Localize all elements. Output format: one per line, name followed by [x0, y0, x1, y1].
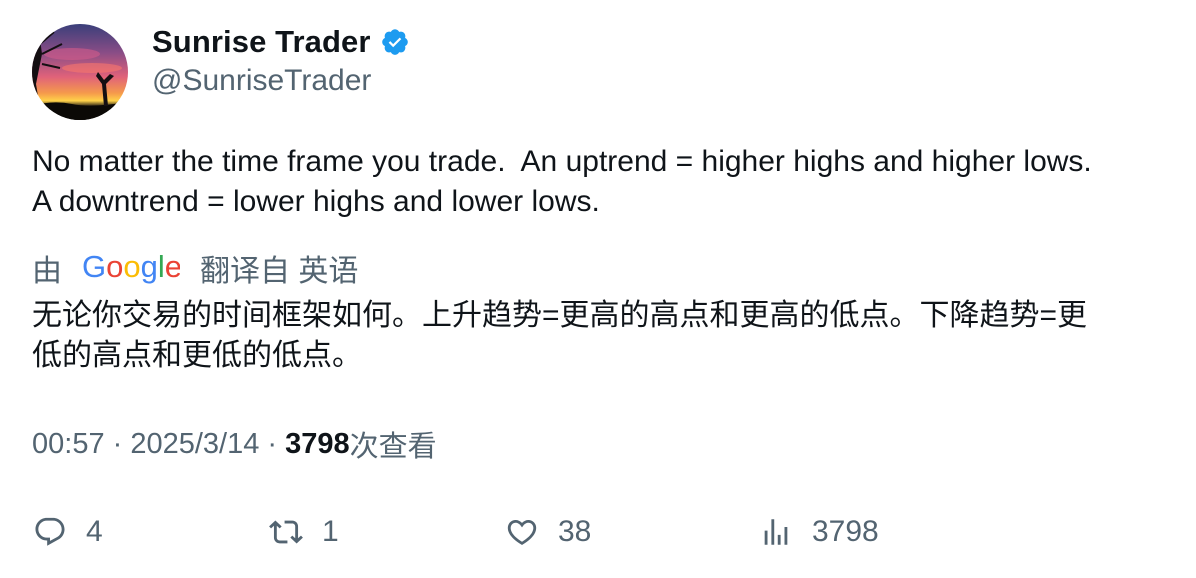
- reply-icon: [32, 514, 68, 550]
- tweet-time[interactable]: 00:57: [32, 428, 105, 461]
- author-display-name[interactable]: Sunrise Trader: [152, 24, 371, 60]
- repost-count: 1: [322, 515, 339, 548]
- views-count: 3798: [285, 427, 350, 460]
- tweet-date[interactable]: 2025/3/14: [130, 428, 259, 461]
- like-count: 38: [558, 515, 592, 548]
- tweet-text-line: A downtrend = lower highs and lower lows…: [32, 185, 600, 218]
- translated-text-line: 低的高点和更低的低点。: [32, 339, 362, 372]
- translation-source-language[interactable]: 翻译自 英语: [200, 246, 358, 290]
- heart-icon: [504, 514, 540, 550]
- views-button[interactable]: 3798: [758, 510, 879, 554]
- translated-text-line: 无论你交易的时间框架如何。上升趋势=更高的高点和更高的低点。下降趋势=更: [32, 299, 1088, 332]
- reply-count: 4: [86, 515, 103, 548]
- views-action-count: 3798: [812, 515, 879, 548]
- tweet-text: No matter the time frame you trade. An u…: [32, 142, 1172, 222]
- svg-text:Google: Google: [82, 251, 180, 284]
- translation-prefix: 由: [32, 255, 62, 288]
- views-label: 次查看: [349, 431, 437, 463]
- repost-icon: [268, 514, 304, 550]
- translation-attribution: 由 Google 翻译自 英语: [32, 248, 358, 288]
- tweet-meta: 00:57 · 2025/3/14 · 3798 次查看: [32, 424, 437, 464]
- repost-button[interactable]: 1: [268, 510, 339, 554]
- action-bar: 4 1 38 3798: [32, 510, 1172, 554]
- analytics-bar-icon: [758, 514, 794, 550]
- author-handle[interactable]: @SunriseTrader: [152, 64, 371, 98]
- like-button[interactable]: 38: [504, 510, 591, 554]
- avatar[interactable]: [32, 24, 128, 120]
- reply-button[interactable]: 4: [32, 510, 103, 554]
- translated-text: 无论你交易的时间框架如何。上升趋势=更高的高点和更高的低点。下降趋势=更 低的高…: [32, 296, 1172, 376]
- meta-separator: ·: [259, 427, 286, 460]
- google-logo[interactable]: Google: [82, 251, 180, 285]
- tweet-text-line: No matter the time frame you trade. An u…: [32, 145, 1092, 178]
- meta-separator: ·: [104, 427, 131, 460]
- sunset-avatar-image: [32, 24, 128, 120]
- verified-badge-icon[interactable]: [380, 27, 410, 57]
